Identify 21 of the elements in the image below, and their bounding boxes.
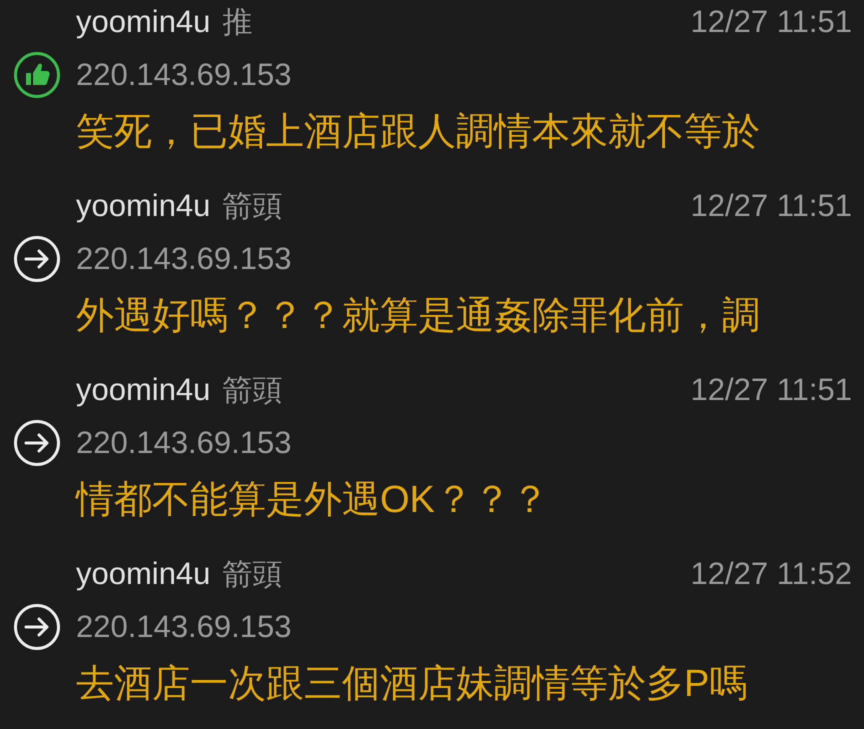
username: yoomin4u (76, 188, 210, 224)
ip-address: 220.143.69.153 (76, 57, 292, 93)
thumbs-up-icon (13, 51, 61, 99)
timestamp: 12/27 11:51 (690, 372, 852, 408)
comment-tag: 推 (222, 2, 252, 42)
username: yoomin4u (76, 4, 210, 40)
ip-address: 220.143.69.153 (76, 425, 292, 461)
timestamp: 12/27 11:51 (690, 188, 852, 224)
ip-address: 220.143.69.153 (76, 241, 292, 277)
comment-text: 情都不能算是外遇OK？？？ (76, 478, 549, 522)
username: yoomin4u (76, 372, 210, 408)
comment-tag: 箭頭 (222, 370, 282, 410)
timestamp: 12/27 11:51 (690, 4, 852, 40)
comment-text: 外遇好嗎？？？就算是通姦除罪化前，調 (76, 294, 760, 338)
ip-address: 220.143.69.153 (76, 609, 292, 645)
comment-text: 去酒店一次跟三個酒店妹調情等於多P嗎 (76, 662, 748, 706)
comment-tag: 箭頭 (222, 554, 282, 594)
comment-text: 笑死，已婚上酒店跟人調情本來就不等於 (76, 110, 760, 154)
timestamp: 12/27 11:52 (690, 556, 852, 592)
username: yoomin4u (76, 556, 210, 592)
comment-tag: 箭頭 (222, 186, 282, 226)
